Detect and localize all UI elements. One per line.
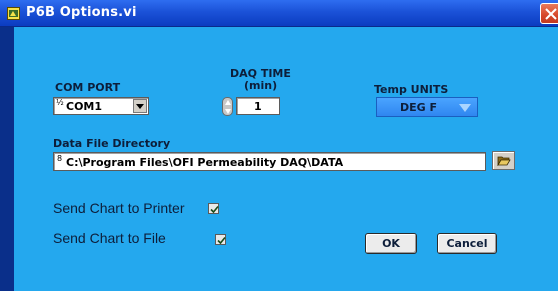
daq-time-value: 1 bbox=[254, 100, 262, 113]
dropdown-arrow-button[interactable] bbox=[133, 99, 147, 113]
browse-button[interactable] bbox=[492, 151, 515, 170]
checkmark-icon bbox=[210, 205, 219, 214]
close-icon bbox=[545, 8, 557, 20]
vi-window: P6B Options.vi COM PORT ½ COM1 DAQ TIME … bbox=[0, 0, 558, 291]
spinner-arrows-icon bbox=[225, 100, 231, 114]
temp-units-menu[interactable]: DEG F bbox=[376, 97, 478, 117]
chevron-down-icon bbox=[136, 104, 144, 109]
send-chart-file-checkbox[interactable] bbox=[215, 234, 226, 245]
data-file-directory-label: Data File Directory bbox=[53, 137, 171, 150]
data-file-path-value: C:\Program Files\OFI Permeability DAQ\DA… bbox=[66, 156, 344, 169]
dropdown-triangle-icon bbox=[459, 104, 471, 112]
radix-indicator: ½ bbox=[56, 98, 64, 107]
com-port-label: COM PORT bbox=[55, 81, 121, 94]
labview-vi-icon bbox=[7, 7, 20, 20]
path-indicator: 8 bbox=[57, 154, 63, 163]
checkmark-icon bbox=[217, 236, 226, 245]
send-chart-printer-label: Send Chart to Printer bbox=[53, 200, 185, 216]
daq-time-increment-decrement[interactable] bbox=[222, 97, 233, 116]
title-bar[interactable]: P6B Options.vi bbox=[0, 0, 558, 27]
cancel-button[interactable]: Cancel bbox=[437, 233, 497, 254]
temp-units-label: Temp UNITS bbox=[374, 83, 449, 96]
data-file-path-input[interactable]: 8 C:\Program Files\OFI Permeability DAQ\… bbox=[53, 152, 486, 171]
daq-time-input[interactable]: 1 bbox=[236, 97, 280, 115]
folder-open-icon bbox=[497, 156, 511, 166]
ok-button[interactable]: OK bbox=[365, 233, 417, 254]
com-port-ring[interactable]: ½ COM1 bbox=[53, 97, 149, 115]
send-chart-file-label: Send Chart to File bbox=[53, 230, 166, 246]
send-chart-printer-checkbox[interactable] bbox=[208, 203, 219, 214]
window-title: P6B Options.vi bbox=[26, 5, 137, 20]
com-port-value: COM1 bbox=[66, 100, 103, 113]
close-button[interactable] bbox=[540, 3, 558, 24]
daq-time-unit-label: (min) bbox=[244, 79, 278, 92]
temp-units-value: DEG F bbox=[400, 101, 438, 114]
